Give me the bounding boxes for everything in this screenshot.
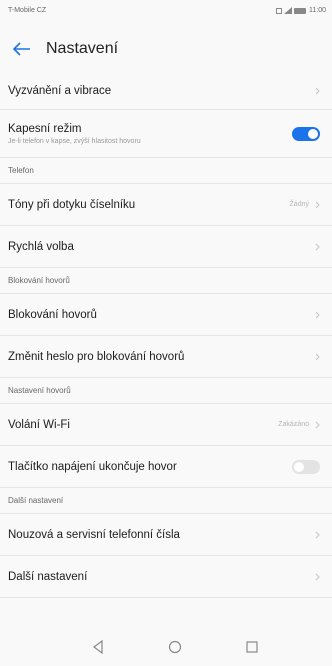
toggle-knob (294, 461, 304, 472)
row-block-password[interactable]: Změnit heslo pro blokování hovorů (0, 336, 332, 378)
row-label: Další nastavení (8, 570, 88, 583)
row-right: Zakázáno (278, 419, 322, 431)
row-label: Kapesní režim (8, 122, 82, 135)
recents-square-icon[interactable] (242, 637, 262, 657)
toggle-knob (308, 128, 318, 139)
page-title: Nastavení (46, 40, 119, 57)
chevron-right-icon (312, 419, 322, 431)
row-value: Žádný (289, 201, 309, 208)
back-arrow-icon[interactable] (12, 39, 32, 59)
row-label: Vyzvánění a vibrace (8, 84, 112, 97)
battery-icon (294, 7, 306, 14)
row-dial-tones[interactable]: Tóny při dotyku číselníku Žádný (0, 184, 332, 226)
row-emergency-numbers[interactable]: Nouzová a servisní telefonní čísla (0, 514, 332, 556)
section-header-call-blocking: Blokování hovorů (0, 268, 332, 294)
back-triangle-icon[interactable] (88, 637, 108, 657)
row-description: Je-li telefon v kapse, zvýší hlasitost h… (8, 137, 141, 145)
row-speed-dial[interactable]: Rychlá volba (0, 226, 332, 268)
status-icons: 11:00 (276, 6, 326, 14)
chevron-right-icon (312, 199, 322, 211)
settings-list: Vyzvánění a vibrace Kapesní režim Je-li … (0, 72, 332, 598)
row-label: Tóny při dotyku číselníku (8, 198, 136, 211)
signal-icon (284, 6, 292, 14)
row-label: Nouzová a servisní telefonní čísla (8, 528, 180, 541)
chevron-right-icon (312, 85, 322, 97)
sim-icon (276, 7, 282, 14)
row-ringtones[interactable]: Vyzvánění a vibrace (0, 72, 332, 110)
pocket-mode-toggle[interactable] (292, 126, 320, 141)
row-more-settings[interactable]: Další nastavení (0, 556, 332, 598)
section-header-telefon: Telefon (0, 158, 332, 184)
chevron-right-icon (312, 241, 322, 253)
row-label: Volání Wi-Fi (8, 418, 70, 431)
section-header-more-settings: Další nastavení (0, 488, 332, 514)
app-header: Nastavení (0, 20, 332, 78)
row-right: Žádný (290, 199, 322, 211)
clock: 11:00 (309, 6, 326, 14)
row-power-ends-call[interactable]: Tlačítko napájení ukončuje hovor (0, 446, 332, 488)
row-wifi-calling[interactable]: Volání Wi-Fi Zakázáno (0, 404, 332, 446)
row-label: Změnit heslo pro blokování hovorů (8, 350, 185, 363)
row-value: Zakázáno (278, 421, 309, 428)
row-call-blocking[interactable]: Blokování hovorů (0, 294, 332, 336)
section-header-call-settings: Nastavení hovorů (0, 378, 332, 404)
carrier-label: T-Mobile CZ (8, 6, 47, 14)
row-label: Rychlá volba (8, 240, 74, 253)
row-label: Blokování hovorů (8, 308, 97, 321)
home-circle-icon[interactable] (165, 637, 185, 657)
power-ends-call-toggle[interactable] (292, 459, 320, 474)
chevron-right-icon (312, 351, 322, 363)
row-label: Tlačítko napájení ukončuje hovor (8, 460, 177, 473)
chevron-right-icon (312, 571, 322, 583)
row-pocket-mode[interactable]: Kapesní režim Je-li telefon v kapse, zvý… (0, 110, 332, 158)
status-bar: T-Mobile CZ 11:00 (0, 0, 332, 20)
row-text: Kapesní režim Je-li telefon v kapse, zvý… (8, 123, 141, 145)
chevron-right-icon (312, 309, 322, 321)
chevron-right-icon (312, 529, 322, 541)
system-navigation-bar (0, 628, 332, 666)
